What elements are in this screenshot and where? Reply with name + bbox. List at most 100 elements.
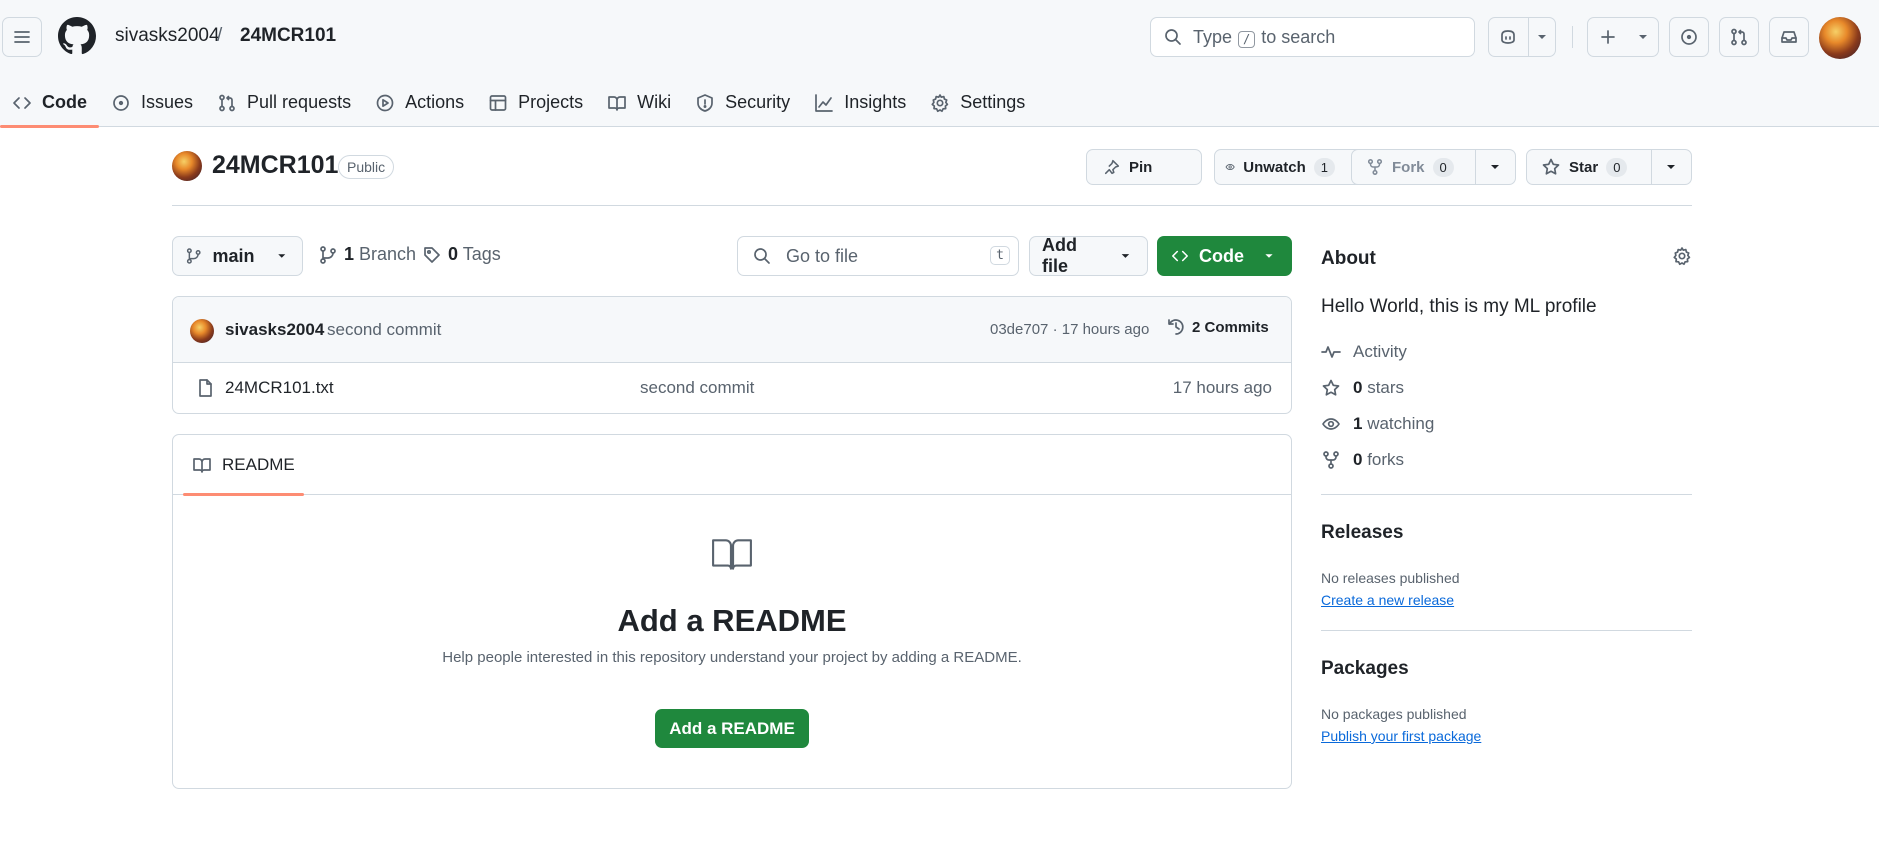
search-icon <box>754 248 770 264</box>
inbox-icon <box>1781 31 1797 43</box>
forks-label: forks <box>1367 450 1405 469</box>
readme-tab-label: README <box>222 455 295 474</box>
releases-empty-text: No releases published <box>1321 570 1460 586</box>
fork-main[interactable]: Fork 0 <box>1352 150 1475 184</box>
go-to-file-input[interactable]: Go to file t <box>737 236 1019 276</box>
tab-projects[interactable]: Projects <box>476 78 595 127</box>
user-avatar[interactable] <box>1819 17 1861 59</box>
breadcrumb-owner[interactable]: sivasks2004 <box>115 25 220 47</box>
gear-icon[interactable] <box>1672 246 1692 266</box>
file-commit-message[interactable]: second commit <box>640 378 754 398</box>
copilot-dropdown[interactable] <box>1527 18 1555 56</box>
global-search-input[interactable]: Type / to search <box>1150 17 1475 57</box>
branch-selector[interactable]: main <box>172 236 303 276</box>
star-main[interactable]: Star 0 <box>1527 150 1651 184</box>
eye-icon <box>1225 164 1235 170</box>
activity-link[interactable]: Activity <box>1321 342 1407 362</box>
pulse-icon <box>1321 346 1341 358</box>
plus-dropdown[interactable] <box>1628 18 1658 56</box>
file-table: sivasks2004 second commit 03de707 · 17 h… <box>172 296 1292 414</box>
repo-forked-icon <box>1323 451 1339 469</box>
sidebar-divider <box>1321 494 1692 495</box>
fork-label: Fork <box>1392 158 1425 176</box>
activity-label: Activity <box>1353 342 1407 361</box>
watch-counter: 1 <box>1313 157 1335 177</box>
commit-meta[interactable]: 03de707 · 17 hours ago <box>990 321 1149 338</box>
tags-link[interactable]: 0 Tags <box>422 244 501 265</box>
create-release-link[interactable]: Create a new release <box>1321 592 1454 608</box>
github-logo-icon[interactable] <box>58 17 96 55</box>
app-header: sivasks2004 / 24MCR101 Type/to search <box>0 0 1879 128</box>
pin-button[interactable]: Pin <box>1086 149 1202 185</box>
star-dropdown[interactable] <box>1650 150 1691 184</box>
stars-count: 0 <box>1353 378 1363 397</box>
tab-label: Projects <box>518 92 584 112</box>
add-file-button[interactable]: Add file <box>1029 235 1148 276</box>
commits-history-link[interactable]: 2 Commits <box>1166 317 1269 337</box>
commits-count: 2 Commits <box>1192 318 1269 336</box>
star-label: Star <box>1569 158 1599 176</box>
tab-insights[interactable]: Insights <box>802 78 918 127</box>
tab-issues[interactable]: Issues <box>99 78 205 127</box>
branches-link[interactable]: 1 Branch <box>318 244 416 265</box>
repo-title-bar: 24MCR101 Public Pin Unwatch 1 Fork 0 Sta <box>172 149 1692 206</box>
go-to-file-placeholder: Go to file <box>786 245 859 266</box>
stars-link[interactable]: 0 stars <box>1321 378 1404 398</box>
tab-security[interactable]: Security <box>683 78 802 127</box>
tag-count: 0 <box>448 244 459 264</box>
tab-label: Wiki <box>637 92 672 112</box>
create-new-button[interactable] <box>1587 17 1659 57</box>
tab-code[interactable]: Code <box>0 78 99 128</box>
star-icon <box>1322 379 1340 396</box>
fork-dropdown[interactable] <box>1474 150 1515 184</box>
issues-button[interactable] <box>1669 17 1709 57</box>
add-readme-button[interactable]: Add a README <box>655 709 809 748</box>
copilot-main[interactable] <box>1489 18 1528 56</box>
tab-wiki[interactable]: Wiki <box>595 78 683 127</box>
triangle-down-icon <box>1639 35 1647 39</box>
menu-button[interactable] <box>2 17 42 57</box>
tab-pull-requests[interactable]: Pull requests <box>205 78 363 127</box>
tab-settings[interactable]: Settings <box>918 78 1037 127</box>
readme-tab[interactable]: README <box>183 435 304 496</box>
copilot-button[interactable] <box>1488 17 1556 57</box>
branch-name: main <box>212 245 255 266</box>
repo-name[interactable]: 24MCR101 <box>212 151 338 180</box>
commit-message[interactable]: second commit <box>327 320 441 340</box>
tag-icon <box>424 246 440 263</box>
inbox-button[interactable] <box>1769 17 1809 57</box>
breadcrumb-repo[interactable]: 24MCR101 <box>240 25 336 47</box>
commit-author[interactable]: sivasks2004 <box>225 320 324 340</box>
file-name[interactable]: 24MCR101.txt <box>225 378 334 398</box>
latest-commit-row: sivasks2004 second commit 03de707 · 17 h… <box>173 297 1291 363</box>
publish-package-link[interactable]: Publish your first package <box>1321 728 1481 744</box>
forks-link[interactable]: 0 forks <box>1321 450 1404 470</box>
plus-main[interactable] <box>1588 18 1628 56</box>
star-button[interactable]: Star 0 <box>1526 149 1692 185</box>
triangle-down-icon <box>1537 35 1546 39</box>
owner-avatar[interactable] <box>172 151 202 181</box>
packages-heading[interactable]: Packages <box>1321 658 1409 680</box>
releases-heading[interactable]: Releases <box>1321 522 1403 544</box>
stars-label: stars <box>1367 378 1405 397</box>
readme-empty-description: Help people interested in this repositor… <box>442 649 1022 666</box>
tab-label: Pull requests <box>247 92 352 112</box>
sidebar-divider <box>1321 630 1692 631</box>
tab-label: Insights <box>844 92 907 112</box>
issue-opened-icon <box>1681 29 1697 45</box>
code-button[interactable]: Code <box>1157 236 1292 276</box>
watching-link[interactable]: 1 watching <box>1321 414 1434 434</box>
packages-empty-text: No packages published <box>1321 706 1467 722</box>
triangle-down-icon <box>1491 165 1500 169</box>
fork-button[interactable]: Fork 0 <box>1351 149 1516 185</box>
pull-requests-button[interactable] <box>1719 17 1759 57</box>
pin-label: Pin <box>1129 158 1153 176</box>
unwatch-main[interactable]: Unwatch 1 <box>1215 150 1347 184</box>
copilot-icon <box>1501 30 1516 44</box>
about-heading: About <box>1321 248 1376 269</box>
search-icon <box>1165 29 1181 45</box>
visibility-badge: Public <box>338 155 395 179</box>
tab-label: Issues <box>141 92 194 112</box>
tab-actions[interactable]: Actions <box>363 78 476 127</box>
commit-author-avatar[interactable] <box>190 319 214 343</box>
